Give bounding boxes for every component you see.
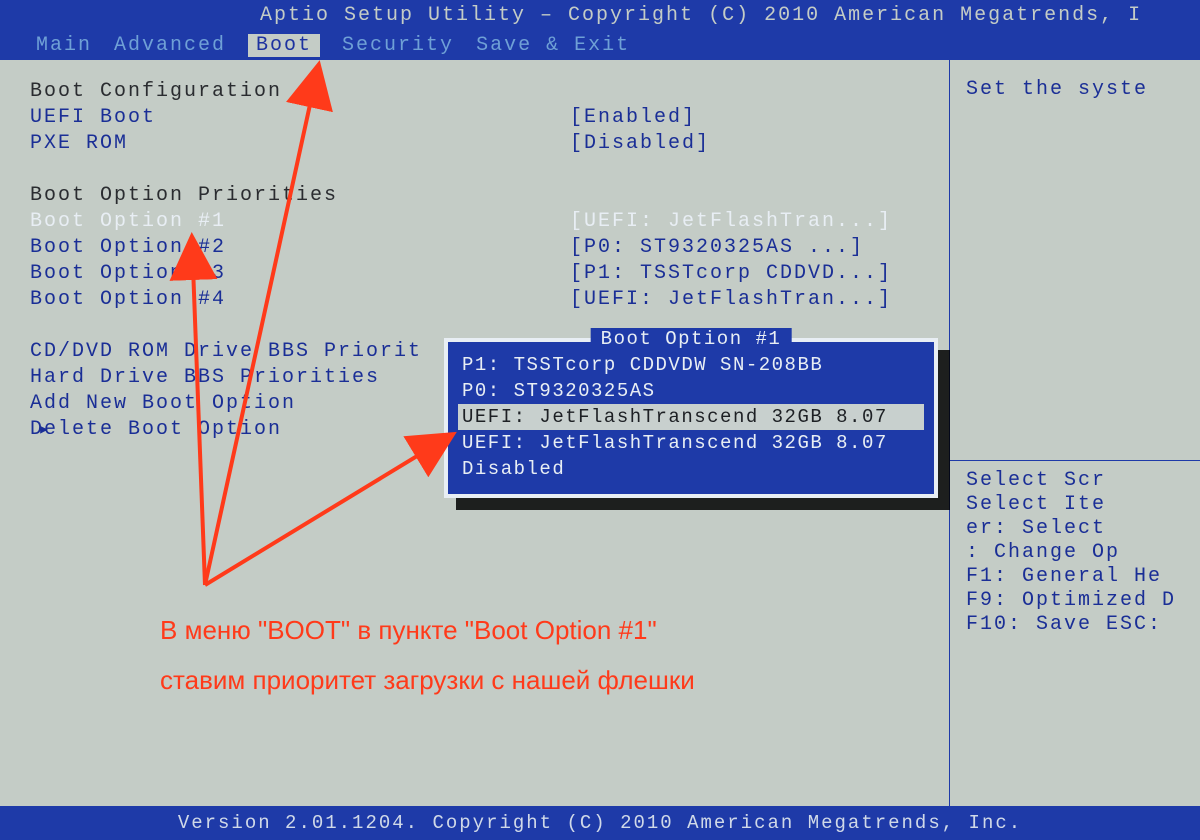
boot-option-4-value: [UEFI: JetFlashTran...] xyxy=(570,288,892,311)
help-top: Set the syste xyxy=(966,78,1200,102)
boot-option-popup[interactable]: Boot Option #1 P1: TSSTcorp CDDVDW SN-20… xyxy=(444,338,938,498)
boot-option-2-row[interactable]: Boot Option #2 [P0: ST9320325AS ...] xyxy=(30,234,935,260)
popup-item-2[interactable]: UEFI: JetFlashTranscend 32GB 8.07 xyxy=(458,404,924,430)
help-5: F9: Optimized D xyxy=(966,589,1200,613)
cursor-triangle-icon: ▸ xyxy=(38,416,52,442)
help-3: : Change Op xyxy=(966,541,1200,565)
uefi-boot-row[interactable]: UEFI Boot [Enabled] xyxy=(30,104,935,130)
boot-option-3-value: [P1: TSSTcorp CDDVD...] xyxy=(570,262,892,285)
help-pane: Set the syste Select Scr Select Ite er: … xyxy=(950,60,1200,806)
tab-main[interactable]: Main xyxy=(36,34,92,57)
tab-boot[interactable]: Boot xyxy=(248,34,320,57)
popup-body: P1: TSSTcorp CDDVDW SN-208BB P0: ST93203… xyxy=(448,342,934,494)
popup-item-1[interactable]: P0: ST9320325AS xyxy=(458,378,924,404)
bios-version: Version 2.01.1204. Copyright (C) 2010 Am… xyxy=(178,812,1022,834)
help-6: F10: Save ESC: xyxy=(966,613,1200,637)
pxe-rom-value: [Disabled] xyxy=(570,132,710,155)
bios-footer: Version 2.01.1204. Copyright (C) 2010 Am… xyxy=(0,806,1200,840)
help-divider xyxy=(950,460,1200,461)
popup-item-0[interactable]: P1: TSSTcorp CDDVDW SN-208BB xyxy=(458,352,924,378)
bios-title-bar: Aptio Setup Utility – Copyright (C) 2010… xyxy=(0,0,1200,30)
popup-title: Boot Option #1 xyxy=(591,328,792,350)
boot-option-2-value: [P0: ST9320325AS ...] xyxy=(570,236,864,259)
popup-item-3[interactable]: UEFI: JetFlashTranscend 32GB 8.07 xyxy=(458,430,924,456)
tab-advanced[interactable]: Advanced xyxy=(114,34,226,57)
boot-option-1-row[interactable]: Boot Option #1 [UEFI: JetFlashTran...] xyxy=(30,208,935,234)
boot-option-3-label: Boot Option #3 xyxy=(30,262,570,285)
help-0: Select Scr xyxy=(966,469,1200,493)
tab-save-exit[interactable]: Save & Exit xyxy=(476,34,630,57)
boot-option-4-label: Boot Option #4 xyxy=(30,288,570,311)
pxe-rom-row[interactable]: PXE ROM [Disabled] xyxy=(30,130,935,156)
uefi-boot-value: [Enabled] xyxy=(570,106,696,129)
help-4: F1: General He xyxy=(966,565,1200,589)
boot-option-3-row[interactable]: Boot Option #3 [P1: TSSTcorp CDDVD...] xyxy=(30,260,935,286)
boot-priorities-heading: Boot Option Priorities xyxy=(30,184,570,207)
bios-menubar: Main Advanced Boot Security Save & Exit xyxy=(0,30,1200,60)
boot-option-1-value: [UEFI: JetFlashTran...] xyxy=(570,210,892,233)
boot-option-2-label: Boot Option #2 xyxy=(30,236,570,259)
help-1: Select Ite xyxy=(966,493,1200,517)
bios-screen: Aptio Setup Utility – Copyright (C) 2010… xyxy=(0,0,1200,840)
popup-item-4[interactable]: Disabled xyxy=(458,456,924,482)
boot-option-4-row[interactable]: Boot Option #4 [UEFI: JetFlashTran...] xyxy=(30,286,935,312)
pxe-rom-label: PXE ROM xyxy=(30,132,570,155)
tab-security[interactable]: Security xyxy=(342,34,454,57)
help-2: er: Select xyxy=(966,517,1200,541)
bios-title: Aptio Setup Utility – Copyright (C) 2010… xyxy=(260,4,1142,27)
uefi-boot-label: UEFI Boot xyxy=(30,106,570,129)
boot-option-1-label: Boot Option #1 xyxy=(30,210,570,233)
boot-config-heading: Boot Configuration xyxy=(30,80,570,103)
